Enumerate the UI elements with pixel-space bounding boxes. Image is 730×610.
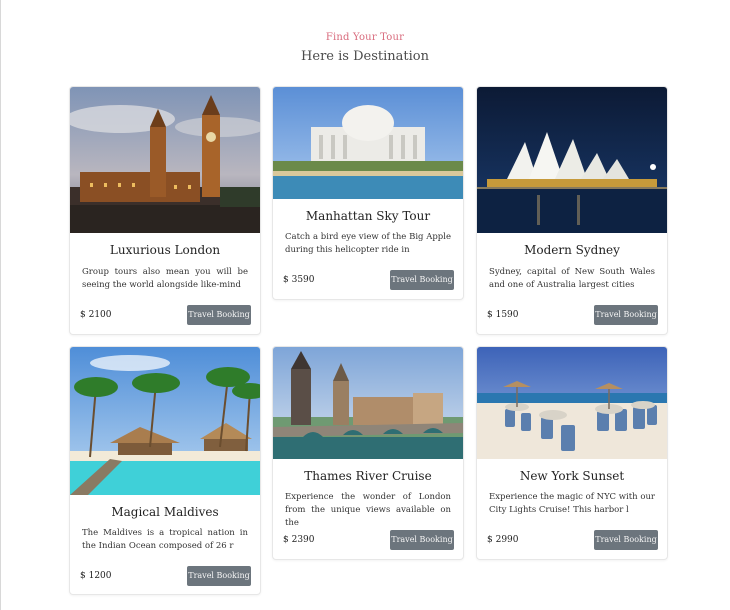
section-eyebrow: Find Your Tour — [325, 32, 405, 43]
travel-booking-button[interactable]: Travel Booking — [187, 566, 251, 586]
tour-description: Sydney, capital of New South Wales and o… — [489, 267, 655, 291]
tour-price: $ 2100 — [80, 310, 112, 320]
tour-description: Catch a bird eye view of the Big Apple d… — [285, 232, 451, 256]
tour-description: Experience the wonder of London from the… — [285, 492, 451, 529]
tour-title: Luxurious London — [109, 243, 221, 257]
tour-title: Thames River Cruise — [304, 469, 432, 483]
travel-booking-button[interactable]: Travel Booking — [594, 305, 658, 325]
tour-description: Group tours also mean you will be seeing… — [82, 267, 248, 291]
tour-title: Modern Sydney — [524, 243, 620, 257]
tour-image-sydney — [477, 87, 667, 233]
section-title: Here is Destination — [301, 49, 429, 64]
travel-booking-button[interactable]: Travel Booking — [187, 305, 251, 325]
tour-description: The Maldives is a tropical nation in the… — [82, 528, 248, 552]
tour-title: New York Sunset — [519, 469, 625, 483]
travel-booking-button[interactable]: Travel Booking — [390, 270, 454, 290]
travel-booking-button[interactable]: Travel Booking — [390, 530, 454, 550]
tour-card-london: Luxurious London Group tours also mean y… — [69, 86, 261, 335]
tour-description: Experience the magic of NYC with our Cit… — [489, 492, 655, 516]
tour-image-manhattan — [273, 87, 463, 199]
tour-image-london — [70, 87, 260, 233]
tour-price: $ 2990 — [487, 535, 519, 545]
tour-image-maldives — [70, 347, 260, 495]
travel-booking-button[interactable]: Travel Booking — [594, 530, 658, 550]
tour-image-new-york-sunset — [477, 347, 667, 459]
tour-price: $ 3590 — [283, 275, 315, 285]
tour-image-thames — [273, 347, 463, 459]
tour-card-maldives: Magical Maldives The Maldives is a tropi… — [69, 346, 261, 595]
tour-price: $ 1200 — [80, 571, 112, 581]
tour-card-sydney: Modern Sydney Sydney, capital of New Sou… — [476, 86, 668, 335]
tour-card-new-york-sunset: New York Sunset Experience the magic of … — [476, 346, 668, 560]
tour-card-manhattan: Manhattan Sky Tour Catch a bird eye view… — [272, 86, 464, 300]
tour-title: Magical Maldives — [111, 505, 219, 519]
tour-price: $ 1590 — [487, 310, 519, 320]
tour-price: $ 2390 — [283, 535, 315, 545]
tour-card-thames: Thames River Cruise Experience the wonde… — [272, 346, 464, 560]
tour-title: Manhattan Sky Tour — [305, 209, 431, 223]
page-left-border — [0, 0, 1, 610]
